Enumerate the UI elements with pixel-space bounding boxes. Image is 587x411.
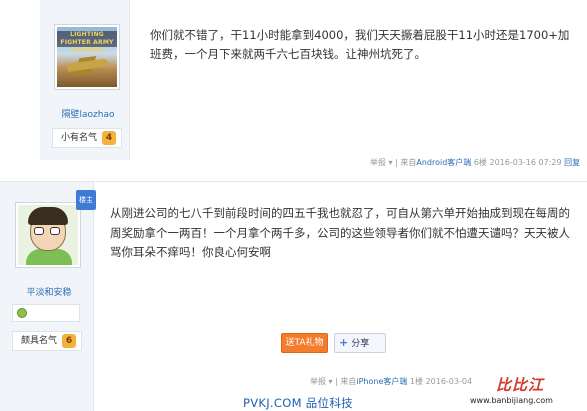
op-badge: 楼主 <box>76 190 96 210</box>
via-prefix: | 来自 <box>335 377 357 386</box>
post-timestamp: 2016-03-04 <box>425 377 473 386</box>
post-timestamp: 2016-03-16 07:29 <box>489 158 562 167</box>
username-link[interactable]: 平淡和安稳 <box>8 285 90 298</box>
avatar[interactable] <box>15 202 81 268</box>
share-label: 分享 <box>351 339 370 349</box>
post-content: 你们就不错了，干11小时能拿到4000，我们天天撅着屁股干11小时还是1700+… <box>150 28 570 61</box>
hair-shape <box>28 207 68 225</box>
post-content: 从刚进公司的七八千到前段时间的四五千我也就忍了，可自从第六单开始抽成到现在每周的… <box>110 206 570 259</box>
username-link[interactable]: 隔壁laozhao <box>48 107 128 120</box>
site-watermark: 比比江 <box>496 376 545 394</box>
medal-icon[interactable] <box>17 308 27 318</box>
share-button[interactable]: + 分享 <box>334 333 386 353</box>
user-rank: 颇具名气 6 <box>12 331 82 351</box>
shield-icon: 6 <box>62 334 76 348</box>
send-gift-button[interactable]: 送TA礼物 <box>281 333 328 353</box>
shirt-shape <box>26 249 72 265</box>
reply-link[interactable]: 回复 <box>564 158 580 167</box>
plus-icon: + <box>339 336 349 349</box>
bottom-watermark: PVKJ.COM 品位科技 <box>243 396 353 410</box>
post-meta: 举报 ▾ | 来自iPhone客户端 1楼 2016-03-04 <box>310 376 480 387</box>
rank-label: 颇具名气 <box>21 336 58 346</box>
avatar[interactable]: LIGHTING FIGHTER ARMY FIGHTER <box>54 24 120 90</box>
chevron-down-icon[interactable]: ▾ <box>389 158 393 167</box>
post-meta: 举报 ▾ | 来自Android客户端 6楼 2016-03-16 07:29 … <box>370 157 585 168</box>
medal-container <box>12 304 80 322</box>
cartoon-avatar-image <box>18 205 78 265</box>
floor-number: 6楼 <box>473 158 487 167</box>
floor-number: 1楼 <box>409 377 424 386</box>
via-prefix: | 来自 <box>395 158 417 167</box>
user-rank: 小有名气 4 <box>52 128 122 148</box>
author-sidebar: 平淡和安稳 颇具名气 6 <box>0 182 94 411</box>
glasses-left-shape <box>34 227 44 235</box>
client-link[interactable]: iPhone客户端 <box>356 377 407 386</box>
shield-icon: 4 <box>102 131 116 145</box>
rank-label: 小有名气 <box>61 133 98 143</box>
report-link[interactable]: 举报 <box>310 377 326 386</box>
author-sidebar: LIGHTING FIGHTER ARMY FIGHTER 隔壁laozhao … <box>40 0 130 160</box>
post-floor-1: 平淡和安稳 颇具名气 6 楼主 从刚进公司的七八千到前段时间的四五千我也就忍了，… <box>0 181 587 411</box>
game-avatar-image: LIGHTING FIGHTER ARMY FIGHTER <box>57 27 117 87</box>
report-link[interactable]: 举报 <box>370 158 386 167</box>
post-floor-6: LIGHTING FIGHTER ARMY FIGHTER 隔壁laozhao … <box>40 0 587 178</box>
site-url-watermark: www.banbijiang.com <box>470 396 553 405</box>
chevron-down-icon[interactable]: ▾ <box>329 377 333 386</box>
client-link[interactable]: Android客户端 <box>416 158 471 167</box>
glasses-right-shape <box>50 227 60 235</box>
game-title-text: LIGHTING FIGHTER ARMY FIGHTER <box>57 31 117 54</box>
